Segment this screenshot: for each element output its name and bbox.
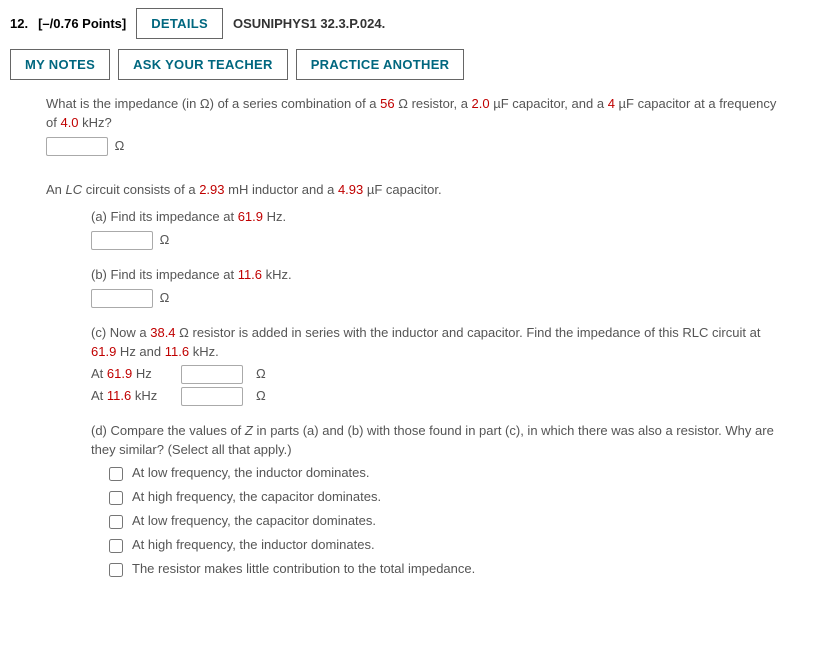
part-d: (d) Compare the values of Z in parts (a)… — [91, 422, 789, 580]
action-buttons: MY NOTES ASK YOUR TEACHER PRACTICE ANOTH… — [10, 49, 809, 80]
details-button[interactable]: DETAILS — [136, 8, 223, 39]
part-a-input[interactable] — [91, 231, 153, 250]
part-c-input-2[interactable] — [181, 387, 243, 406]
part-b-input[interactable] — [91, 289, 153, 308]
part-d-opt-2-label: At low frequency, the capacitor dominate… — [132, 512, 376, 531]
part-d-opt-0-label: At low frequency, the inductor dominates… — [132, 464, 370, 483]
part-d-opt-1[interactable] — [109, 491, 123, 505]
part-d-opt-3[interactable] — [109, 539, 123, 553]
question-header: 12. [–/0.76 Points] DETAILS OSUNIPHYS1 3… — [10, 8, 809, 39]
source-label: OSUNIPHYS1 32.3.P.024. — [233, 16, 385, 31]
q1-unit: Ω — [115, 138, 125, 153]
q1-text: What is the impedance (in Ω) of a series… — [46, 96, 776, 130]
question-2: An LC circuit consists of a 2.93 mH indu… — [46, 181, 789, 580]
part-d-opt-2[interactable] — [109, 515, 123, 529]
my-notes-button[interactable]: MY NOTES — [10, 49, 110, 80]
part-d-opt-3-label: At high frequency, the inductor dominate… — [132, 536, 375, 555]
points-label: [–/0.76 Points] — [38, 16, 126, 31]
part-c-unit-1: Ω — [256, 365, 266, 384]
part-d-opt-4-label: The resistor makes little contribution t… — [132, 560, 475, 579]
part-a-unit: Ω — [160, 232, 170, 247]
part-c: (c) Now a 38.4 Ω resistor is added in se… — [91, 324, 789, 406]
part-c-row2-label: At 11.6 kHz — [91, 387, 171, 406]
part-d-opt-4[interactable] — [109, 563, 123, 577]
part-b: (b) Find its impedance at 11.6 kHz. Ω — [91, 266, 789, 308]
question-number: 12. — [10, 16, 28, 31]
q1-answer-input[interactable] — [46, 137, 108, 156]
part-d-opt-1-label: At high frequency, the capacitor dominat… — [132, 488, 381, 507]
part-c-unit-2: Ω — [256, 387, 266, 406]
q2-intro: An LC circuit consists of a 2.93 mH indu… — [46, 182, 442, 197]
part-d-opt-0[interactable] — [109, 467, 123, 481]
practice-another-button[interactable]: PRACTICE ANOTHER — [296, 49, 465, 80]
part-b-unit: Ω — [160, 290, 170, 305]
ask-teacher-button[interactable]: ASK YOUR TEACHER — [118, 49, 288, 80]
part-c-input-1[interactable] — [181, 365, 243, 384]
part-a: (a) Find its impedance at 61.9 Hz. Ω — [91, 208, 789, 250]
part-c-row1-label: At 61.9 Hz — [91, 365, 171, 384]
question-1: What is the impedance (in Ω) of a series… — [46, 95, 789, 156]
